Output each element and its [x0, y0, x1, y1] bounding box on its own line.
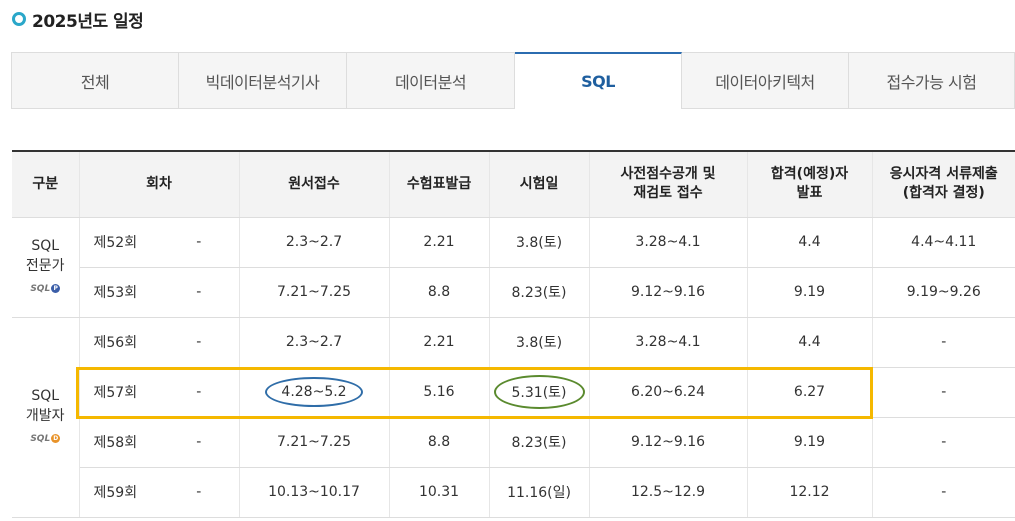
header-category: 구분 [12, 150, 80, 218]
header-round: 회차 [79, 150, 240, 218]
table-row: SQL 개발자 SQL D 제56회 - 2.3~2.7 2.21 3.8(토) 3… [12, 317, 1015, 518]
review-cell: 6.20~6.24 [589, 367, 748, 418]
ticket-cell: 8.8 [389, 267, 490, 318]
header-announcement: 합격(예정)자 발표 [747, 150, 873, 218]
sub-cell: - [159, 467, 240, 518]
sub-cell: - [159, 417, 240, 468]
apply-cell: 2.3~2.7 [239, 217, 390, 268]
apply-cell: 4.28~5.2 [239, 367, 390, 418]
header-document-submission: 응시자격 서류제출 (합격자 결정) [872, 150, 1015, 218]
sqld-logo: SQL D [30, 429, 61, 449]
bullet-circle-icon [12, 12, 26, 26]
group-name: SQL 전문가 [25, 237, 65, 274]
review-cell: 3.28~4.1 [589, 317, 748, 368]
exam-cell: 8.23(토) [489, 417, 590, 468]
header-admission-ticket: 수험표발급 [389, 150, 490, 218]
ticket-cell: 8.8 [389, 417, 490, 468]
table-row: 제53회 - 7.21~7.25 8.8 8.23(토) 9.12~9.16 9… [12, 267, 1015, 318]
review-cell: 9.12~9.16 [589, 267, 748, 318]
sub-cell: - [159, 217, 240, 268]
group-sqld: SQL 개발자 SQL D [12, 317, 80, 518]
exam-cell: 11.16(일) [489, 467, 590, 518]
docs-cell: 4.4~4.11 [872, 217, 1015, 268]
review-cell: 3.28~4.1 [589, 217, 748, 268]
review-cell: 12.5~12.9 [589, 467, 748, 518]
tab-open-exams[interactable]: 접수가능 시험 [849, 52, 1015, 109]
table-row: 제58회 - 7.21~7.25 8.8 8.23(토) 9.12~9.16 9… [12, 417, 1015, 468]
header-application: 원서접수 [239, 150, 390, 218]
round-cell: 제58회 [79, 417, 159, 468]
docs-cell: - [872, 467, 1015, 518]
header-score-review: 사전점수공개 및 재검토 접수 [589, 150, 748, 218]
section-title: 2025년도 일정 [12, 8, 144, 32]
round-cell: 제52회 [79, 217, 159, 268]
apply-cell: 7.21~7.25 [239, 417, 390, 468]
tab-bigdata-analysis-engineer[interactable]: 빅데이터분석기사 [179, 52, 347, 109]
exam-cell: 3.8(토) [489, 217, 590, 268]
round-cell: 제56회 [79, 317, 159, 368]
header-exam-date: 시험일 [489, 150, 590, 218]
round-cell: 제57회 [79, 367, 159, 418]
announce-cell: 6.27 [747, 367, 873, 418]
tab-all[interactable]: 전체 [11, 52, 179, 109]
ticket-cell: 2.21 [389, 217, 490, 268]
tab-data-architecture[interactable]: 데이터아키텍처 [682, 52, 849, 109]
ticket-cell: 10.31 [389, 467, 490, 518]
apply-date-circle: 4.28~5.2 [265, 377, 363, 407]
docs-cell: - [872, 417, 1015, 468]
announce-cell: 9.19 [747, 267, 873, 318]
table-header-row: 구분 회차 원서접수 수험표발급 시험일 사전점수공개 및 재검토 접수 합격(예… [12, 150, 1015, 218]
round-cell: 제53회 [79, 267, 159, 318]
ticket-cell: 2.21 [389, 317, 490, 368]
exam-cell: 3.8(토) [489, 317, 590, 368]
exam-cell: 8.23(토) [489, 267, 590, 318]
apply-cell: 10.13~10.17 [239, 467, 390, 518]
sub-cell: - [159, 267, 240, 318]
exam-schedule-table: 구분 회차 원서접수 수험표발급 시험일 사전점수공개 및 재검토 접수 합격(예… [12, 150, 1015, 518]
review-cell: 9.12~9.16 [589, 417, 748, 468]
section-title-text: 2025년도 일정 [32, 11, 144, 32]
docs-cell: - [872, 367, 1015, 418]
sub-cell: - [159, 317, 240, 368]
apply-cell: 7.21~7.25 [239, 267, 390, 318]
table-row: 제59회 - 10.13~10.17 10.31 11.16(일) 12.5~1… [12, 467, 1015, 518]
exam-date-circle: 5.31(토) [493, 375, 585, 409]
announce-cell: 4.4 [747, 317, 873, 368]
apply-cell: 2.3~2.7 [239, 317, 390, 368]
table-row-highlighted: 제57회 - 4.28~5.2 5.16 5.31(토) 6.20~6.24 6… [12, 367, 1015, 418]
announce-cell: 9.19 [747, 417, 873, 468]
round-cell: 제59회 [79, 467, 159, 518]
tab-data-analysis[interactable]: 데이터분석 [347, 52, 515, 109]
docs-cell: - [872, 317, 1015, 368]
table-row: SQL 전문가 SQL P 제52회 - 2.3~2.7 2.21 3.8(토) 3… [12, 217, 1015, 318]
group-name: SQL 개발자 [25, 387, 65, 424]
docs-cell: 9.19~9.26 [872, 267, 1015, 318]
sqlp-logo: SQL P [30, 279, 61, 299]
exam-cell: 5.31(토) [489, 367, 590, 418]
group-sqlp: SQL 전문가 SQL P [12, 217, 80, 318]
tab-sql[interactable]: SQL [515, 52, 682, 109]
announce-cell: 12.12 [747, 467, 873, 518]
announce-cell: 4.4 [747, 217, 873, 268]
ticket-cell: 5.16 [389, 367, 490, 418]
exam-category-tabs: 전체 빅데이터분석기사 데이터분석 SQL 데이터아키텍처 접수가능 시험 [11, 52, 1015, 109]
sub-cell: - [159, 367, 240, 418]
